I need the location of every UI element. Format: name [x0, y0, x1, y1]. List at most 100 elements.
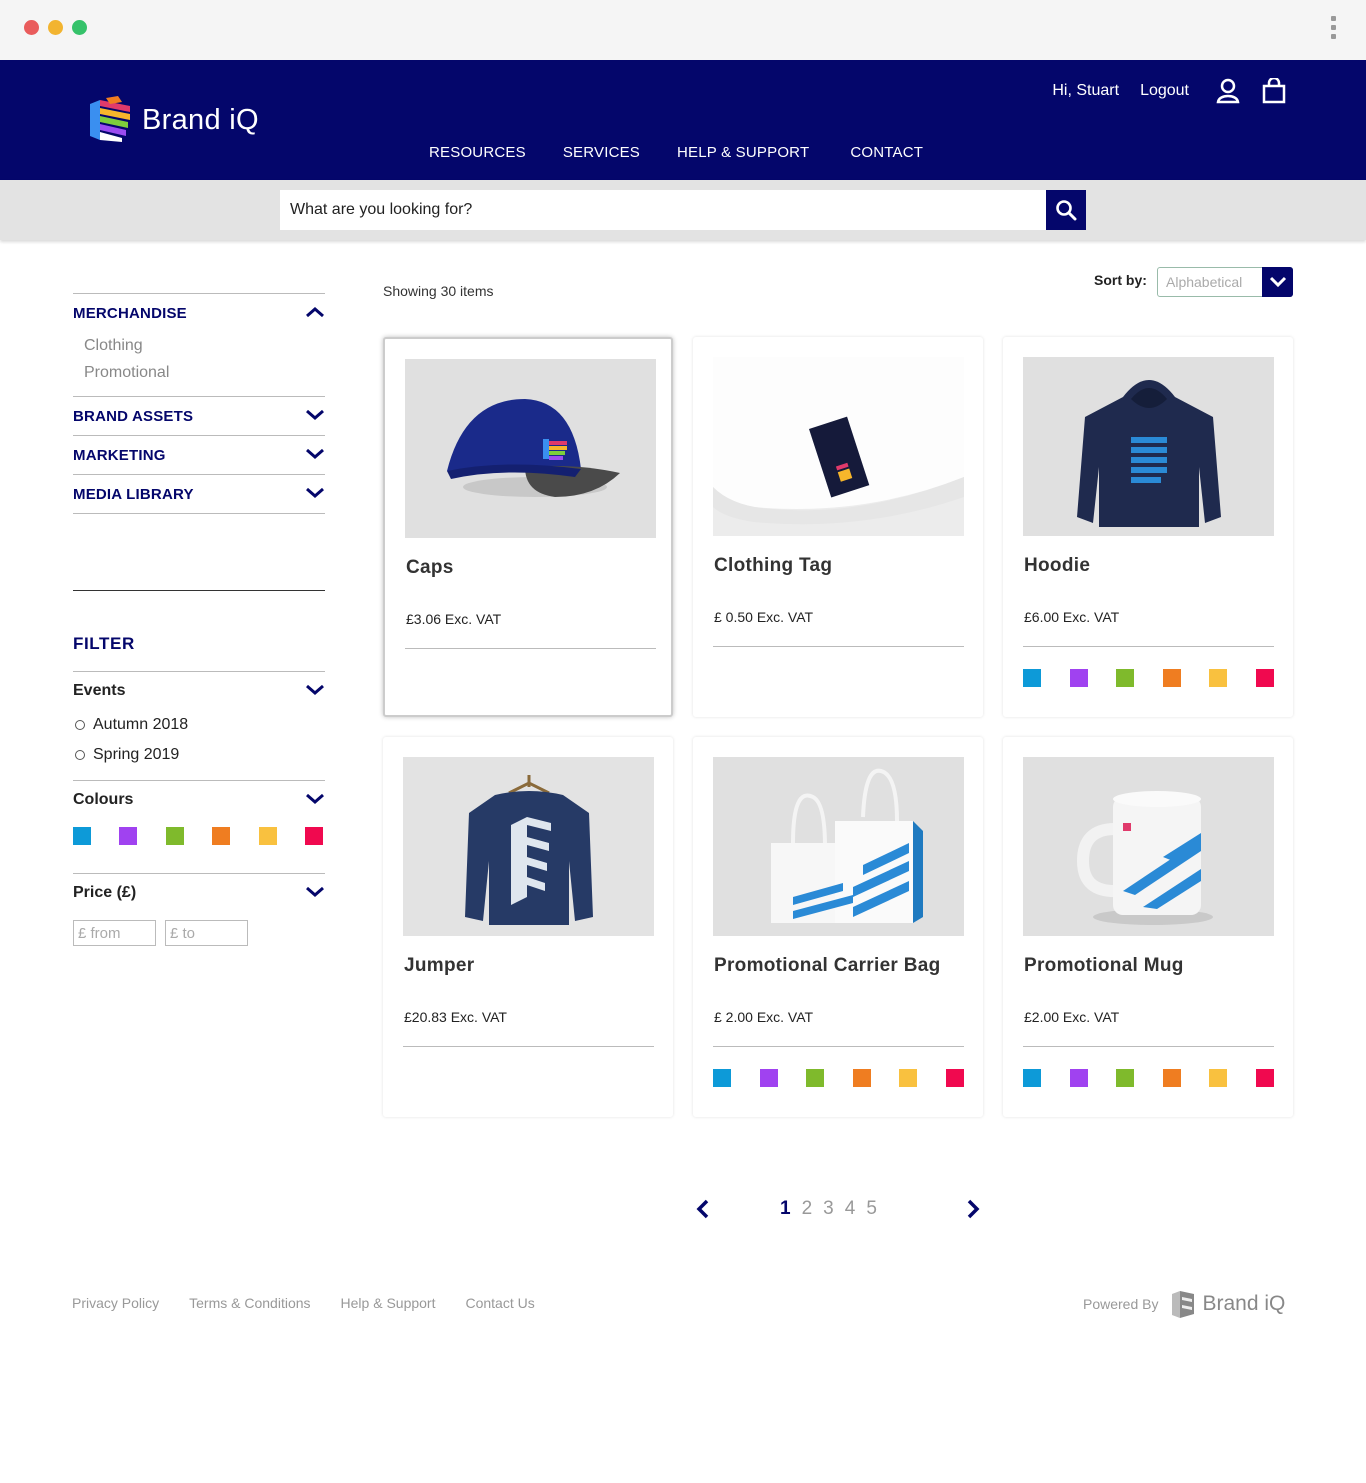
filter-colours-header[interactable]: Colours: [73, 781, 325, 819]
chevron-down-icon[interactable]: [305, 684, 325, 698]
search-button[interactable]: [1046, 190, 1086, 230]
page-number[interactable]: 2: [802, 1198, 813, 1220]
colour-swatch[interactable]: [1069, 1069, 1088, 1087]
footer-contact-us[interactable]: Contact Us: [465, 1295, 534, 1311]
category-brand-assets-header[interactable]: BRAND ASSETS: [73, 397, 325, 435]
category-marketing-header[interactable]: MARKETING: [73, 436, 325, 474]
product-image[interactable]: [1023, 357, 1274, 536]
colour-swatch[interactable]: [1162, 669, 1181, 687]
window-maximize-dot[interactable]: [72, 20, 87, 35]
colour-swatch[interactable]: [1023, 669, 1041, 687]
category-merchandise-header[interactable]: MERCHANDISE: [73, 294, 325, 332]
chevron-up-icon[interactable]: [305, 306, 325, 320]
footer-terms-conditions[interactable]: Terms & Conditions: [189, 1295, 310, 1311]
product-card[interactable]: Hoodie £6.00 Exc. VAT: [1003, 337, 1293, 717]
colour-swatch[interactable]: [713, 1069, 731, 1087]
filter-events-header[interactable]: Events: [73, 672, 325, 710]
search-input[interactable]: [280, 190, 1046, 230]
product-card[interactable]: Clothing Tag £ 0.50 Exc. VAT: [693, 337, 983, 717]
brand-logo-icon: [90, 96, 130, 142]
product-price: £20.83 Exc. VAT: [404, 1009, 507, 1025]
product-image[interactable]: [405, 359, 656, 538]
page-number[interactable]: 5: [866, 1198, 877, 1220]
product-name[interactable]: Clothing Tag: [714, 555, 832, 577]
colour-swatch[interactable]: [1162, 1069, 1181, 1087]
colour-swatch[interactable]: [1116, 669, 1135, 687]
logout-link[interactable]: Logout: [1140, 82, 1189, 100]
price-range: [73, 920, 325, 946]
sort-select[interactable]: Alphabetical: [1157, 267, 1293, 297]
colour-swatch[interactable]: [1209, 1069, 1228, 1087]
nav-resources[interactable]: RESOURCES: [429, 144, 526, 161]
colour-swatch[interactable]: [304, 827, 323, 845]
event-option-autumn-2018[interactable]: Autumn 2018: [73, 710, 325, 740]
product-card[interactable]: Caps £3.06 Exc. VAT: [383, 337, 673, 717]
product-card[interactable]: Jumper £20.83 Exc. VAT: [383, 737, 673, 1117]
footer-help-support[interactable]: Help & Support: [341, 1295, 436, 1311]
account-icon[interactable]: [1216, 78, 1240, 104]
chevron-down-icon[interactable]: [305, 487, 325, 501]
next-page-icon[interactable]: [965, 1198, 981, 1225]
product-name[interactable]: Jumper: [404, 955, 474, 977]
page-number[interactable]: 4: [845, 1198, 856, 1220]
window-minimize-dot[interactable]: [48, 20, 63, 35]
colour-swatch[interactable]: [806, 1069, 825, 1087]
product-price: £ 0.50 Exc. VAT: [714, 609, 814, 625]
colour-swatch[interactable]: [119, 827, 138, 845]
product-name[interactable]: Promotional Carrier Bag: [714, 955, 941, 977]
colour-swatch[interactable]: [1255, 1069, 1274, 1087]
colour-swatch[interactable]: [212, 827, 231, 845]
colour-swatch[interactable]: [899, 1069, 918, 1087]
filter-price-header[interactable]: Price (£): [73, 874, 325, 912]
product-name[interactable]: Hoodie: [1024, 555, 1090, 577]
price-from-input[interactable]: [73, 920, 156, 946]
radio-button[interactable]: [75, 720, 85, 730]
event-option-spring-2019[interactable]: Spring 2019: [73, 740, 325, 770]
colour-swatch[interactable]: [1116, 1069, 1135, 1087]
window-close-dot[interactable]: [24, 20, 39, 35]
colour-swatch[interactable]: [1023, 1069, 1041, 1087]
page-number[interactable]: 1: [780, 1198, 791, 1220]
colour-swatch[interactable]: [165, 827, 184, 845]
product-name[interactable]: Caps: [406, 557, 454, 579]
sort-dropdown-button[interactable]: [1262, 267, 1293, 297]
product-image[interactable]: [713, 757, 964, 936]
product-card[interactable]: Promotional Carrier Bag £ 2.00 Exc. VAT: [693, 737, 983, 1117]
browser-menu-icon[interactable]: [1331, 16, 1337, 43]
subcategory-clothing[interactable]: Clothing: [84, 332, 325, 359]
nav-services[interactable]: SERVICES: [563, 144, 640, 161]
product-image[interactable]: [403, 757, 654, 936]
brand-logo[interactable]: Brand iQ: [88, 96, 259, 144]
chevron-down-icon[interactable]: [305, 409, 325, 423]
product-card[interactable]: Promotional Mug £2.00 Exc. VAT: [1003, 737, 1293, 1117]
price-to-input[interactable]: [165, 920, 248, 946]
colour-swatch[interactable]: [1069, 669, 1088, 687]
category-media-library-header[interactable]: MEDIA LIBRARY: [73, 475, 325, 513]
category-title: MARKETING: [73, 446, 166, 464]
product-image[interactable]: [1023, 757, 1274, 936]
nav-contact[interactable]: CONTACT: [850, 144, 923, 161]
product-price: £3.06 Exc. VAT: [406, 611, 502, 627]
nav-help-support[interactable]: HELP & SUPPORT: [677, 144, 809, 161]
radio-button[interactable]: [75, 750, 85, 760]
colour-swatch[interactable]: [945, 1069, 964, 1087]
colour-swatch[interactable]: [852, 1069, 871, 1087]
product-name[interactable]: Promotional Mug: [1024, 955, 1184, 977]
colour-swatch[interactable]: [759, 1069, 778, 1087]
user-area: Hi, Stuart Logout: [1052, 78, 1286, 104]
chevron-down-icon[interactable]: [305, 448, 325, 462]
chevron-down-icon[interactable]: [305, 793, 325, 807]
footer-privacy-policy[interactable]: Privacy Policy: [72, 1295, 159, 1311]
page-number[interactable]: 3: [823, 1198, 834, 1220]
colour-swatch[interactable]: [73, 827, 91, 845]
chevron-down-icon[interactable]: [305, 886, 325, 900]
colour-swatch[interactable]: [1209, 669, 1228, 687]
divider: [73, 513, 325, 514]
product-image[interactable]: [713, 357, 964, 536]
shopping-bag-icon[interactable]: [1262, 78, 1286, 104]
subcategory-promotional[interactable]: Promotional: [84, 359, 325, 386]
previous-page-icon[interactable]: [695, 1198, 711, 1225]
colour-swatch[interactable]: [1255, 669, 1274, 687]
colour-swatch[interactable]: [258, 827, 277, 845]
product-price: £ 2.00 Exc. VAT: [714, 1009, 814, 1025]
